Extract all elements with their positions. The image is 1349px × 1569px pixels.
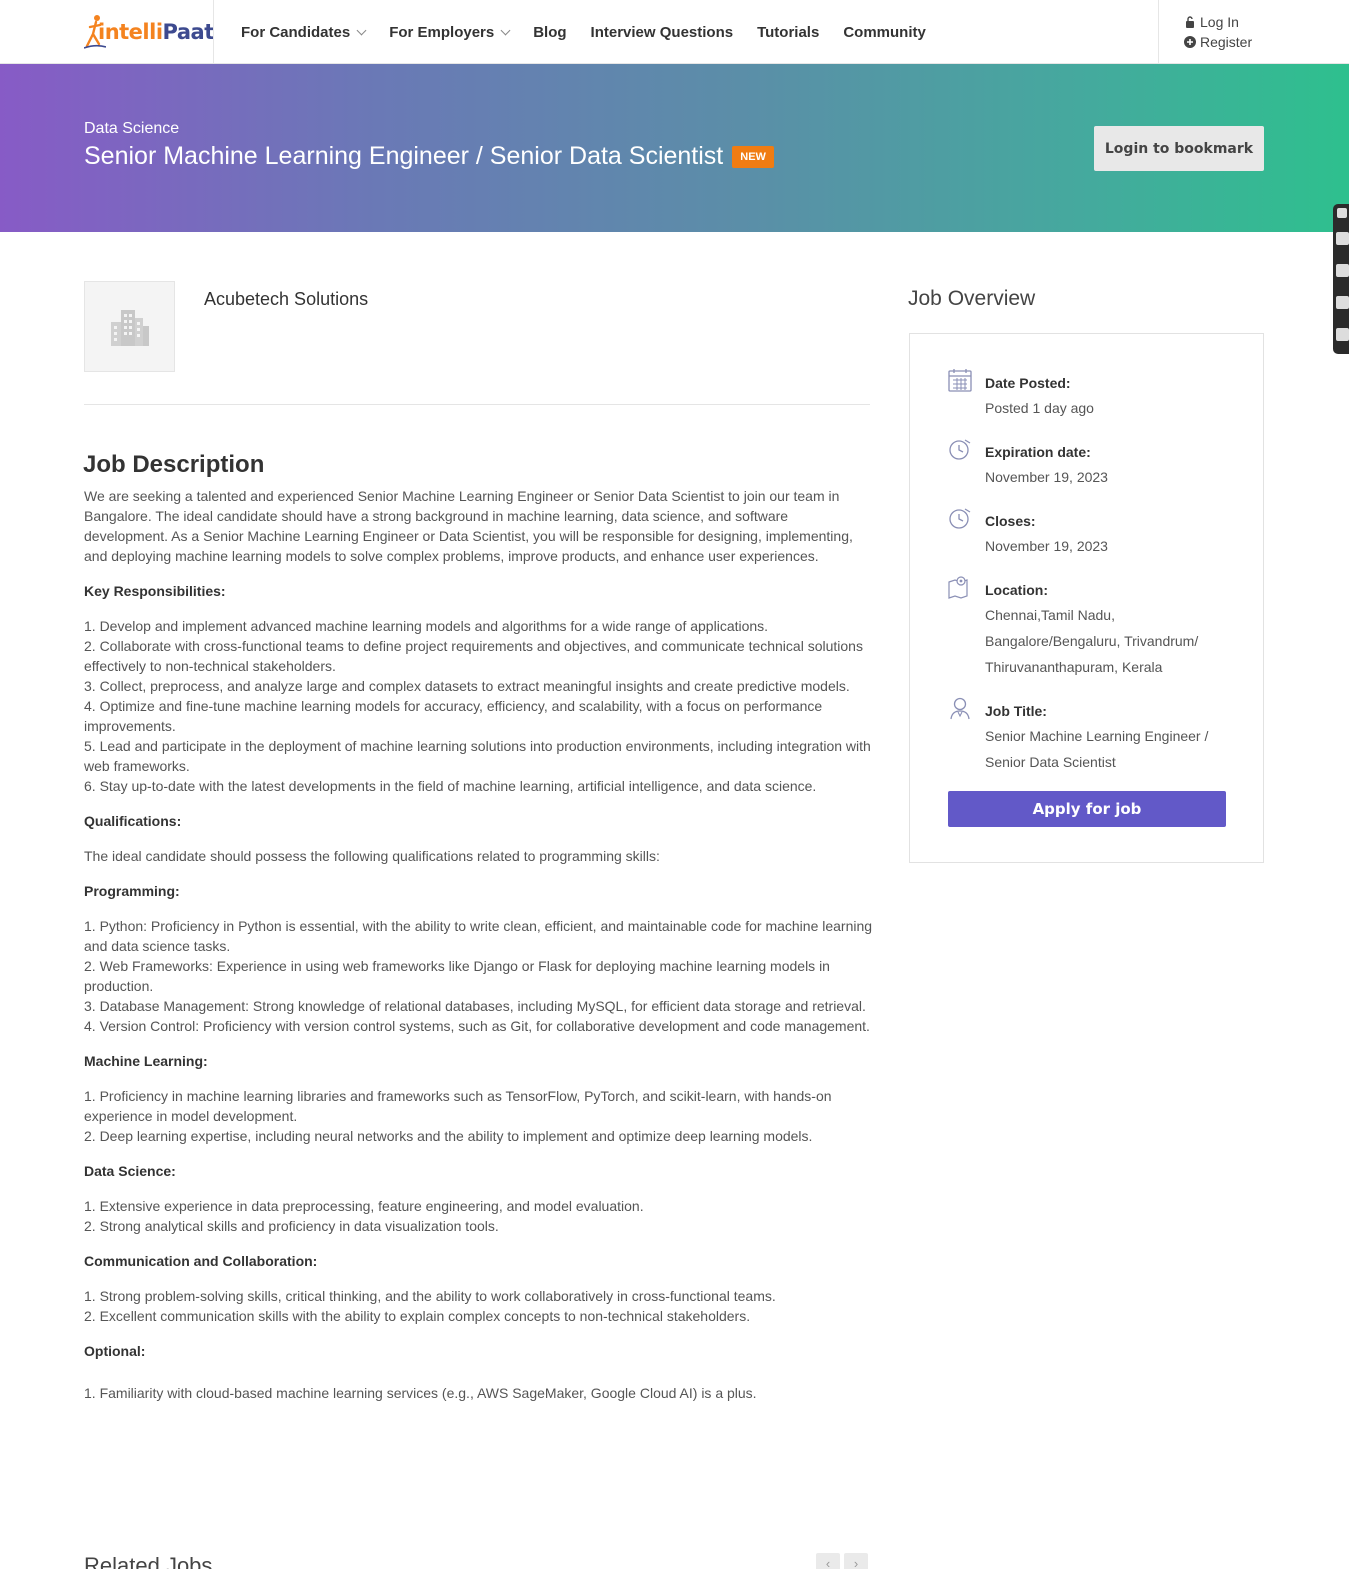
list-item: 1. Familiarity with cloud-based machine … xyxy=(84,1385,757,1401)
company-name[interactable]: Acubetech Solutions xyxy=(204,289,368,310)
clock-icon xyxy=(949,508,971,529)
responsibilities-list: 1. Develop and implement advanced machin… xyxy=(84,616,874,796)
tool-icon[interactable] xyxy=(1336,264,1349,277)
plus-circle-icon xyxy=(1184,36,1196,48)
lock-icon xyxy=(1184,16,1196,28)
new-badge: NEW xyxy=(732,145,774,168)
job-description: Job Description We are seeking a talente… xyxy=(83,448,874,1418)
closes-label: Closes: xyxy=(985,513,1036,529)
job-intro: We are seeking a talented and experience… xyxy=(84,488,853,564)
list-item: 1. Strong problem-solving skills, critic… xyxy=(84,1288,776,1304)
logo-person-icon xyxy=(84,15,106,49)
calendar-icon xyxy=(948,369,972,392)
chevron-right-icon[interactable]: › xyxy=(844,1553,868,1569)
programming-list: 1. Python: Proficiency in Python is esse… xyxy=(84,916,874,1036)
list-item: 5. Lead and participate in the deploymen… xyxy=(84,738,871,774)
communication-heading: Communication and Collaboration: xyxy=(84,1253,318,1269)
data-science-list: 1. Extensive experience in data preproce… xyxy=(84,1196,874,1236)
nav-for-employers[interactable]: For Employers xyxy=(389,24,511,41)
date-posted-label: Date Posted: xyxy=(985,375,1071,391)
expiration-date-value: November 19, 2023 xyxy=(985,469,1108,485)
main-nav: For Candidates For Employers Blog Interv… xyxy=(241,0,950,64)
closes-value: November 19, 2023 xyxy=(985,538,1108,554)
date-posted-value: Posted 1 day ago xyxy=(985,400,1094,416)
tool-icon[interactable] xyxy=(1336,232,1349,245)
list-item: 2. Excellent communication skills with t… xyxy=(84,1308,751,1324)
floating-tools-panel xyxy=(1333,204,1349,354)
job-banner: Data Science Senior Machine Learning Eng… xyxy=(0,64,1349,354)
chevron-down-icon xyxy=(500,25,511,35)
qualifications-heading: Qualifications: xyxy=(84,813,182,829)
list-item: 1. Develop and implement advanced machin… xyxy=(84,618,769,634)
list-item: 3. Collect, preprocess, and analyze larg… xyxy=(84,678,850,694)
intellipaat-logo[interactable]: intelliPaat xyxy=(84,12,214,52)
overview-location: Location: Chennai,Tamil Nadu, Bangalore/… xyxy=(947,576,1230,680)
job-category[interactable]: Data Science xyxy=(84,120,179,138)
clock-icon xyxy=(949,439,971,460)
register-link[interactable]: Register xyxy=(1184,32,1252,52)
auth-links: Log In Register xyxy=(1184,12,1252,52)
list-item: 1. Extensive experience in data preproce… xyxy=(84,1198,644,1214)
overview-job-title: Job Title: Senior Machine Learning Engin… xyxy=(947,697,1230,775)
login-link[interactable]: Log In xyxy=(1184,12,1252,32)
overview-expiration-date: Expiration date: November 19, 2023 xyxy=(947,439,1230,490)
nav-interview-questions[interactable]: Interview Questions xyxy=(591,24,734,41)
related-jobs-carousel-controls: ‹ › xyxy=(816,1553,872,1569)
chevron-down-icon xyxy=(356,25,367,35)
communication-list: 1. Strong problem-solving skills, critic… xyxy=(84,1286,874,1326)
pin-icon[interactable] xyxy=(1337,208,1347,218)
overview-date-posted: Date Posted: Posted 1 day ago xyxy=(947,369,1230,421)
related-jobs-heading: Related Jobs xyxy=(84,1553,213,1569)
nav-for-candidates[interactable]: For Candidates xyxy=(241,24,367,41)
list-item: 6. Stay up-to-date with the latest devel… xyxy=(84,778,817,794)
job-title-heading: Senior Machine Learning Engineer / Senio… xyxy=(84,142,774,171)
machine-learning-list: 1. Proficiency in machine learning libra… xyxy=(84,1086,874,1146)
copy-icon[interactable] xyxy=(1336,296,1349,309)
list-item: 4. Optimize and fine-tune machine learni… xyxy=(84,698,823,734)
company-logo xyxy=(84,281,175,372)
list-item: 4. Version Control: Proficiency with ver… xyxy=(84,1018,870,1034)
gear-icon[interactable] xyxy=(1336,328,1349,341)
list-item: 3. Database Management: Strong knowledge… xyxy=(84,998,866,1014)
job-title-label: Job Title: xyxy=(985,703,1047,719)
location-value: Chennai,Tamil Nadu, Bangalore/Bengaluru,… xyxy=(985,607,1199,675)
list-item: 2. Collaborate with cross-functional tea… xyxy=(84,638,863,674)
nav-tutorials[interactable]: Tutorials xyxy=(757,24,819,41)
machine-learning-heading: Machine Learning: xyxy=(84,1053,208,1069)
list-item: 1. Proficiency in machine learning libra… xyxy=(84,1088,832,1124)
location-label: Location: xyxy=(985,582,1048,598)
header-divider xyxy=(1158,0,1159,64)
job-title-text: Senior Machine Learning Engineer / Senio… xyxy=(84,142,724,170)
job-description-heading: Job Description xyxy=(83,451,265,478)
list-item: 2. Strong analytical skills and proficie… xyxy=(84,1218,499,1234)
responsibilities-heading: Key Responsibilities: xyxy=(84,583,226,599)
nav-blog[interactable]: Blog xyxy=(533,24,566,41)
expiration-date-label: Expiration date: xyxy=(985,444,1091,460)
optional-list: 1. Familiarity with cloud-based machine … xyxy=(84,1383,874,1403)
nav-community[interactable]: Community xyxy=(843,24,926,41)
job-overview-panel: Date Posted: Posted 1 day ago Expiration… xyxy=(909,333,1264,863)
logo-text: intelliPaat xyxy=(98,20,214,44)
programming-heading: Programming: xyxy=(84,883,180,899)
list-item: 2. Web Frameworks: Experience in using w… xyxy=(84,958,830,994)
chevron-left-icon[interactable]: ‹ xyxy=(816,1553,840,1569)
data-science-heading: Data Science: xyxy=(84,1163,176,1179)
header-divider xyxy=(213,0,214,64)
site-header: intelliPaat For Candidates For Employers… xyxy=(0,0,1349,64)
job-overview-heading: Job Overview xyxy=(908,287,1036,310)
user-icon xyxy=(950,697,970,720)
login-to-bookmark-button[interactable]: Login to bookmark xyxy=(1094,126,1264,171)
optional-heading: Optional: xyxy=(84,1343,146,1359)
divider xyxy=(84,404,870,405)
qualifications-intro: The ideal candidate should possess the f… xyxy=(84,848,660,864)
overview-closes: Closes: November 19, 2023 xyxy=(947,508,1230,559)
list-item: 1. Python: Proficiency in Python is esse… xyxy=(84,918,873,954)
list-item: 2. Deep learning expertise, including ne… xyxy=(84,1128,813,1144)
map-pin-icon xyxy=(948,576,968,599)
apply-for-job-button[interactable]: Apply for job xyxy=(948,791,1226,827)
building-icon xyxy=(110,309,149,346)
job-title-value: Senior Machine Learning Engineer / Senio… xyxy=(985,728,1209,770)
